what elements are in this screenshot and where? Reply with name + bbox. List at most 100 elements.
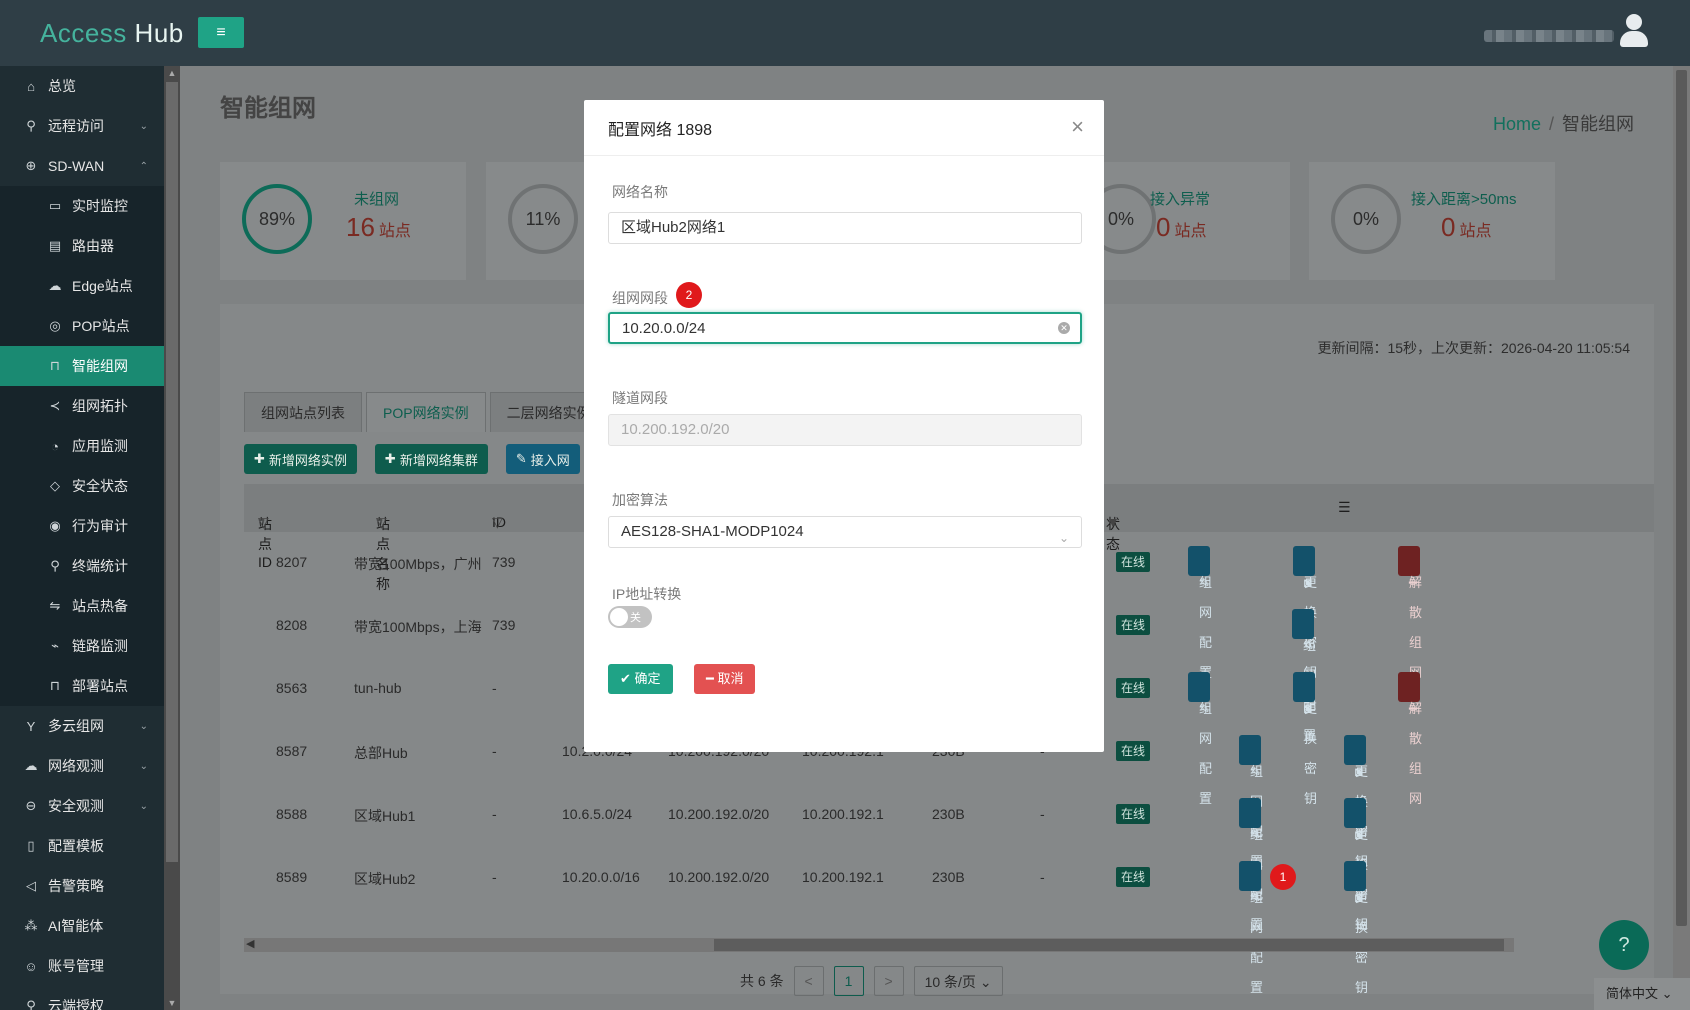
dissolve-network-button[interactable]: ━ 解散组网 bbox=[1398, 546, 1422, 680]
content-scrollbar[interactable] bbox=[1673, 66, 1690, 1010]
sidebar-item-12[interactable]: ⚲ 终端统计 bbox=[0, 546, 164, 586]
sidebar-item-1[interactable]: ⚲ 远程访问 ⌄ bbox=[0, 106, 164, 146]
sidebar-item-9[interactable]: ◔ 应用监测 bbox=[0, 426, 164, 466]
menu-icon: ≡ bbox=[216, 23, 226, 41]
sidebar-item-23[interactable]: ⚲ 云端授权 bbox=[0, 986, 164, 1010]
sidebar-item-label: 组网拓扑 bbox=[72, 398, 128, 414]
sidebar-item-label: SD-WAN bbox=[48, 158, 105, 174]
add-network-instance-button[interactable]: ✚ 新增网络实例 bbox=[244, 444, 357, 474]
sidebar-item-0[interactable]: ⌂ 总览 bbox=[0, 66, 164, 106]
dissolve-network-button[interactable]: ━ 解散组网 bbox=[1398, 672, 1422, 806]
sidebar-item-4[interactable]: ▤ 路由器 bbox=[0, 226, 164, 266]
network-config-button[interactable]: ✎ 组网配置 bbox=[1292, 609, 1316, 743]
id-cell: 739 bbox=[492, 617, 516, 633]
change-key-button[interactable]: ◙ 更换密钥 bbox=[1293, 546, 1317, 680]
sidebar-item-21[interactable]: ⁂ AI智能体 bbox=[0, 906, 164, 946]
confirm-button[interactable]: ✔ 确定 bbox=[608, 664, 673, 694]
sidebar-item-13[interactable]: ⇋ 站点热备 bbox=[0, 586, 164, 626]
breadcrumb-home[interactable]: Home bbox=[1493, 114, 1541, 134]
network-config-button[interactable]: ✎ 组网配置 bbox=[1239, 861, 1263, 995]
key-icon: ⚲ bbox=[26, 998, 36, 1010]
sidebar-item-8[interactable]: ≺ 组网拓扑 bbox=[0, 386, 164, 426]
change-key-button[interactable]: ◙ 更换密钥 bbox=[1293, 672, 1317, 806]
pagination: 共 6 条 < 1 > 10 条/页 ⌄ bbox=[740, 966, 1003, 996]
sidebar-item-20[interactable]: ◁ 告警策略 bbox=[0, 866, 164, 906]
change-key-button[interactable]: ◙ 更换密钥 bbox=[1344, 861, 1368, 995]
sidebar-item-10[interactable]: ◇ 安全状态 bbox=[0, 466, 164, 506]
sidebar-item-16[interactable]: Y 多云组网 ⌄ bbox=[0, 706, 164, 746]
update-status: 更新间隔：15秒，上次更新：2026-04-20 11:05:54 bbox=[1317, 340, 1630, 356]
percent-ring: 89% bbox=[242, 184, 312, 254]
sidebar-item-14[interactable]: ⌁ 链路监测 bbox=[0, 626, 164, 666]
username-redacted[interactable] bbox=[1484, 30, 1614, 42]
tunnel-cell: 10.200.192.0/20 bbox=[668, 869, 770, 885]
sidebar-item-5[interactable]: ☁ Edge站点 bbox=[0, 266, 164, 306]
subnet-input[interactable]: 10.20.0.0/24 ✕ bbox=[608, 312, 1082, 344]
traffic-cell: - bbox=[1040, 869, 1045, 885]
sidebar-item-17[interactable]: ☁ 网络观测 ⌄ bbox=[0, 746, 164, 786]
sidebar-item-6[interactable]: ◎ POP站点 bbox=[0, 306, 164, 346]
clear-icon[interactable]: ✕ bbox=[1058, 322, 1070, 334]
megaphone-icon: ◁ bbox=[26, 878, 36, 893]
filter-icon: ▼ bbox=[1106, 514, 1120, 530]
sidebar-item-3[interactable]: ▭ 实时监控 bbox=[0, 186, 164, 226]
sidebar-item-label: 网络观测 bbox=[48, 758, 104, 774]
network-config-button[interactable]: ✎ 组网配置 bbox=[1239, 798, 1263, 932]
nat-label: IP地址转换 bbox=[612, 586, 682, 602]
filter-icon: ▽ bbox=[376, 514, 387, 530]
sidebar-item-11[interactable]: ◉ 行为审计 bbox=[0, 506, 164, 546]
column-settings-icon[interactable]: ☰ bbox=[1338, 499, 1351, 516]
plus-icon: ✚ bbox=[384, 451, 396, 466]
brand-logo[interactable]: Access Hub bbox=[40, 18, 184, 49]
sidebar-item-label: 云端授权 bbox=[48, 998, 104, 1010]
close-icon[interactable]: × bbox=[1071, 116, 1084, 138]
table-row: 8588 区域Hub1 - 10.6.5.0/24 10.200.192.0/20 10.… bbox=[244, 784, 1654, 932]
cipher-select[interactable]: AES128-SHA1-MODP1024 ⌄ bbox=[608, 516, 1082, 548]
tunnel-subnet-label: 隧道网段 bbox=[612, 390, 668, 406]
change-key-button[interactable]: ◙ 更换密钥 bbox=[1344, 735, 1368, 869]
lock-icon: ⊓ bbox=[49, 358, 61, 373]
menu-toggle-button[interactable]: ≡ bbox=[198, 17, 244, 48]
page-size-select[interactable]: 10 条/页 ⌄ bbox=[913, 966, 1003, 996]
site-name-cell: 总部Hub bbox=[354, 745, 408, 761]
cancel-button[interactable]: ━ 取消 bbox=[694, 664, 756, 694]
sidebar-item-15[interactable]: ⊓ 部署站点 bbox=[0, 666, 164, 706]
sidebar-item-7[interactable]: ⊓ 智能组网 bbox=[0, 346, 164, 386]
monitor-icon: ▭ bbox=[48, 198, 62, 213]
chevron-icon: ⌄ bbox=[139, 800, 148, 812]
sidebar-item-label: 安全观测 bbox=[48, 798, 104, 814]
plus-icon: ✚ bbox=[254, 451, 265, 466]
sidebar-item-label: 告警策略 bbox=[48, 878, 104, 894]
sidebar-item-22[interactable]: ☺ 账号管理 bbox=[0, 946, 164, 986]
language-select[interactable]: 简体中文 ⌄ bbox=[1594, 978, 1690, 1010]
sidebar-item-label: 链路监测 bbox=[72, 638, 128, 654]
sidebar-item-2[interactable]: ⊕ SD-WAN ⌃ bbox=[0, 146, 164, 186]
tab-site-list[interactable]: 组网站点列表 bbox=[244, 392, 362, 432]
next-page-button[interactable]: > bbox=[873, 966, 904, 996]
add-network-cluster-button[interactable]: ✚ 新增网络集群 bbox=[374, 444, 488, 474]
prev-page-button[interactable]: < bbox=[793, 966, 824, 996]
page-1-button[interactable]: 1 bbox=[833, 966, 864, 996]
sidebar-scrollbar[interactable]: ▲ ▼ bbox=[164, 66, 180, 1010]
sidebar-item-19[interactable]: ▯ 配置模板 bbox=[0, 826, 164, 866]
table-hscrollbar[interactable]: ◀ bbox=[244, 938, 1514, 952]
access-network-button[interactable]: ✎ 接入网 bbox=[505, 444, 580, 474]
size-cell: 230B bbox=[932, 869, 965, 885]
network-config-button[interactable]: ✎ 组网配置 bbox=[1188, 546, 1212, 680]
percent-ring: 11% bbox=[508, 184, 578, 254]
site-name-cell: 区域Hub2 bbox=[354, 871, 416, 887]
avatar[interactable] bbox=[1620, 14, 1648, 48]
gateway-cell: 10.200.192.1 bbox=[802, 806, 884, 822]
help-button[interactable]: ? bbox=[1599, 920, 1649, 970]
site-id-cell: 8207 bbox=[276, 554, 308, 570]
network-config-button[interactable]: ✎ 组网配置 bbox=[1188, 672, 1212, 806]
tab-bar: 组网站点列表 POP网络实例 二层网络实例 bbox=[244, 392, 612, 432]
network-name-input[interactable]: 区域Hub2网络1 bbox=[608, 212, 1082, 244]
nat-toggle[interactable]: 关 bbox=[608, 606, 652, 628]
change-key-button[interactable]: ◙ 更换密钥 bbox=[1344, 798, 1368, 932]
network-config-button[interactable]: ✎ 组网配置 bbox=[1239, 735, 1263, 869]
site-id-cell: 8587 bbox=[276, 743, 308, 759]
sidebar-item-18[interactable]: ⊖ 安全观测 ⌄ bbox=[0, 786, 164, 826]
tab-pop-network[interactable]: POP网络实例 bbox=[366, 392, 486, 432]
page-title: 智能组网 bbox=[220, 95, 316, 122]
